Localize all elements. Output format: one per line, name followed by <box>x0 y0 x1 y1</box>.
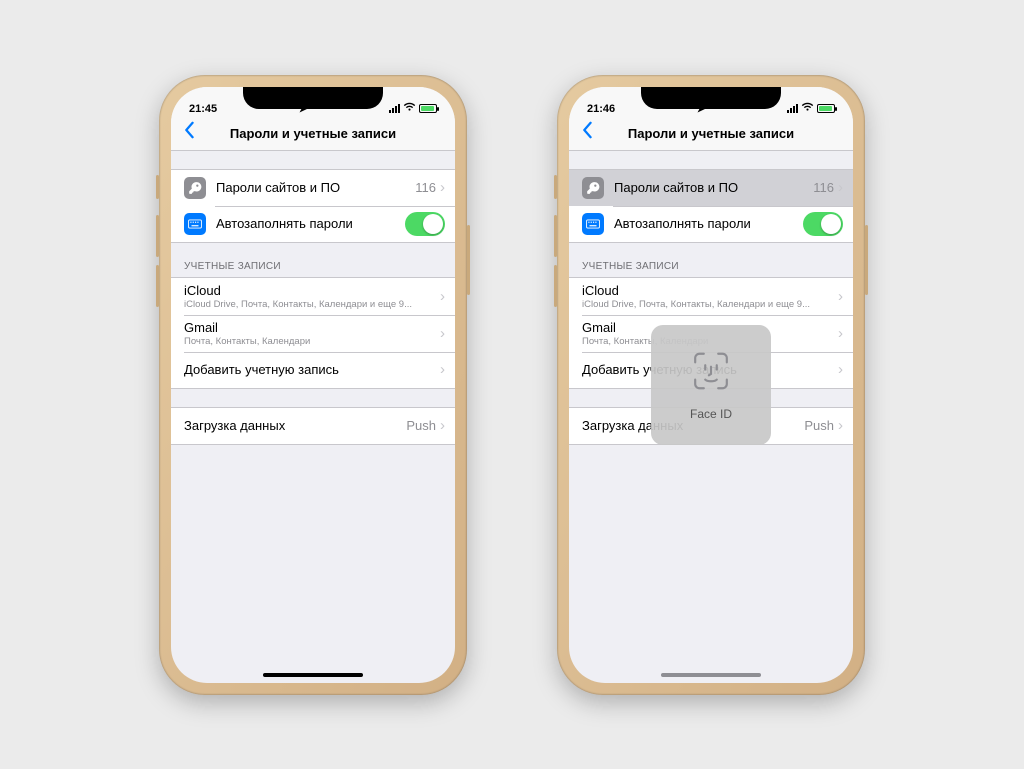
row-autofill[interactable]: Автозаполнять пароли <box>171 206 455 242</box>
chevron-right-icon: › <box>838 417 843 434</box>
faceid-icon <box>688 348 734 397</box>
row-account-icloud[interactable]: iCloud iCloud Drive, Почта, Контакты, Ка… <box>171 278 455 315</box>
nav-title: Пароли и учетные записи <box>171 126 455 141</box>
row-label: Автозаполнять пароли <box>614 216 803 231</box>
chevron-right-icon: › <box>838 361 843 378</box>
nav-bar: Пароли и учетные записи <box>569 117 853 151</box>
row-autofill[interactable]: Автозаполнять пароли <box>569 206 853 242</box>
row-label: Gmail <box>184 320 440 335</box>
key-icon <box>184 177 206 199</box>
chevron-right-icon: › <box>838 325 843 342</box>
battery-icon <box>817 104 835 113</box>
keyboard-icon <box>184 213 206 235</box>
chevron-right-icon: › <box>440 417 445 434</box>
keyboard-icon <box>582 213 604 235</box>
autofill-toggle[interactable] <box>803 212 843 236</box>
content[interactable]: Пароли сайтов и ПО 116 › Автозаполнять п… <box>171 151 455 683</box>
home-indicator[interactable] <box>263 673 363 677</box>
row-label: Автозаполнять пароли <box>216 216 405 231</box>
row-passwords[interactable]: Пароли сайтов и ПО 116 › <box>171 170 455 206</box>
row-label: Пароли сайтов и ПО <box>216 180 415 195</box>
row-label: iCloud <box>184 283 440 298</box>
status-time: 21:45 <box>189 103 217 115</box>
faceid-label: Face ID <box>690 407 732 421</box>
screen: 21:45 ➤ Пароли и учетные записи <box>171 87 455 683</box>
row-label: Пароли сайтов и ПО <box>614 180 813 195</box>
row-value: 116 <box>813 180 834 195</box>
signal-icon <box>389 104 400 113</box>
signal-icon <box>787 104 798 113</box>
row-sublabel: Почта, Контакты, Календари <box>184 336 440 347</box>
phone-mockup: 21:46 ➤ Пароли и учетные записи <box>557 75 865 695</box>
row-value: 116 <box>415 180 436 195</box>
notch <box>641 87 781 109</box>
status-time: 21:46 <box>587 103 615 115</box>
battery-icon <box>419 104 437 113</box>
row-label: Загрузка данных <box>184 418 406 433</box>
chevron-right-icon: › <box>440 179 445 196</box>
row-account-icloud[interactable]: iCloud iCloud Drive, Почта, Контакты, Ка… <box>569 278 853 315</box>
nav-title: Пароли и учетные записи <box>569 126 853 141</box>
section-header-accounts: УЧЕТНЫЕ ЗАПИСИ <box>171 243 455 277</box>
chevron-right-icon: › <box>838 288 843 305</box>
row-label: iCloud <box>582 283 838 298</box>
row-value: Push <box>406 418 436 433</box>
autofill-toggle[interactable] <box>405 212 445 236</box>
row-value: Push <box>804 418 834 433</box>
row-account-gmail[interactable]: Gmail Почта, Контакты, Календари › <box>171 315 455 352</box>
row-fetch[interactable]: Загрузка данных Push › <box>171 408 455 444</box>
screen: 21:46 ➤ Пароли и учетные записи <box>569 87 853 683</box>
row-passwords[interactable]: Пароли сайтов и ПО 116 › <box>569 170 853 206</box>
section-header-accounts: УЧЕТНЫЕ ЗАПИСИ <box>569 243 853 277</box>
nav-bar: Пароли и учетные записи <box>171 117 455 151</box>
chevron-right-icon: › <box>440 361 445 378</box>
wifi-icon <box>403 102 416 115</box>
phone-mockup: 21:45 ➤ Пароли и учетные записи <box>159 75 467 695</box>
chevron-right-icon: › <box>440 288 445 305</box>
row-sublabel: iCloud Drive, Почта, Контакты, Календари… <box>582 299 838 310</box>
chevron-right-icon: › <box>838 179 843 196</box>
home-indicator[interactable] <box>661 673 761 677</box>
chevron-right-icon: › <box>440 325 445 342</box>
faceid-overlay: Face ID <box>651 325 771 445</box>
wifi-icon <box>801 102 814 115</box>
row-add-account[interactable]: Добавить учетную запись › <box>171 352 455 388</box>
notch <box>243 87 383 109</box>
row-label: Добавить учетную запись <box>184 362 440 377</box>
row-sublabel: iCloud Drive, Почта, Контакты, Календари… <box>184 299 440 310</box>
key-icon <box>582 177 604 199</box>
